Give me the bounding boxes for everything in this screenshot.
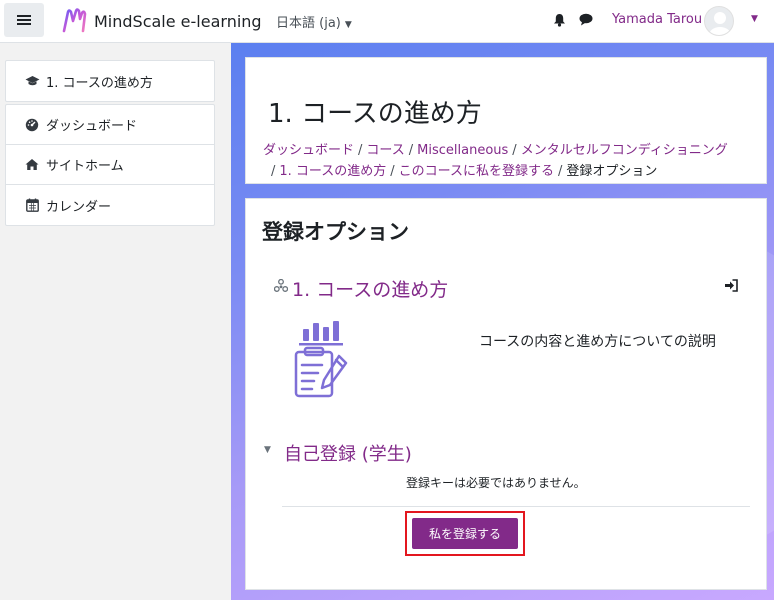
menu-icon	[17, 15, 31, 25]
enrol-me-button[interactable]: 私を登録する	[412, 518, 518, 549]
course-name-link[interactable]: 1. コースの進め方	[292, 275, 448, 302]
caret-down-icon: ▼	[344, 20, 352, 30]
nav-item-label: 1. コースの進め方	[46, 75, 153, 91]
nav-item-dashboard[interactable]: ダッシュボード	[6, 105, 214, 145]
breadcrumb-link[interactable]: Miscellaneous	[417, 143, 508, 158]
nav-item-site-home[interactable]: サイトホーム	[6, 145, 214, 185]
breadcrumb-separator: /	[558, 164, 563, 179]
main-region: 1. コースの進め方 ダッシュボード / コース / Miscellaneous / メンタ…	[231, 43, 774, 600]
language-label: 日本語 (ja)	[276, 16, 341, 31]
brand-name: MindScale e-learning	[94, 11, 262, 31]
course-description: コースの内容と進め方についての説明	[479, 334, 716, 350]
breadcrumb-link[interactable]: コース	[366, 143, 404, 158]
breadcrumb-link[interactable]: ダッシュボード	[263, 143, 354, 158]
drawer-toggle-button[interactable]	[4, 3, 44, 37]
breadcrumb-current: 登録オプション	[566, 164, 658, 179]
home-icon	[24, 158, 40, 171]
top-navbar: MindScale e-learning 日本語 (ja) ▼ Yamada Ta…	[0, 0, 774, 43]
enrol-method-heading[interactable]: 自己登録 (学生)	[284, 440, 412, 466]
breadcrumb-separator: /	[408, 143, 414, 158]
dashboard-icon	[24, 118, 40, 132]
course-image-icon	[286, 319, 356, 405]
highlight-box: 私を登録する	[405, 511, 525, 556]
calendar-icon	[24, 198, 40, 212]
breadcrumb-separator: /	[390, 164, 395, 179]
avatar[interactable]	[704, 6, 734, 36]
nav-item-course[interactable]: 1. コースの進め方	[6, 61, 214, 101]
notifications-button[interactable]	[553, 13, 566, 31]
enrol-key-note: 登録キーは必要ではありません。	[406, 476, 586, 490]
messages-button[interactable]	[579, 13, 593, 30]
breadcrumb-link[interactable]: 1. コースの進め方	[279, 164, 386, 179]
nav-item-label: サイトホーム	[46, 159, 124, 174]
bell-icon	[554, 14, 565, 27]
nav-item-label: ダッシュボード	[46, 119, 138, 134]
section-title: 登録オプション	[262, 220, 409, 244]
nav-drawer: 1. コースの進め方 ダッシュボード サイトホーム カレンダー	[0, 43, 231, 600]
enter-course-icon[interactable]	[724, 279, 738, 296]
divider	[282, 506, 750, 507]
graduation-cap-icon	[24, 75, 40, 87]
breadcrumb-link[interactable]: メンタルセルフコンディショニング	[521, 143, 728, 158]
main-nav-block: ダッシュボード サイトホーム カレンダー	[5, 104, 215, 226]
user-avatar-icon	[709, 12, 731, 35]
course-nav-block: 1. コースの進め方	[5, 60, 215, 102]
page-title: 1. コースの進め方	[268, 99, 482, 129]
course-category-icon	[273, 278, 289, 297]
page-header: 1. コースの進め方 ダッシュボード / コース / Miscellaneous / メンタ…	[245, 57, 767, 184]
breadcrumb-separator: /	[512, 143, 517, 158]
collapse-caret-icon[interactable]: ▼	[264, 445, 271, 455]
breadcrumb: ダッシュボード / コース / Miscellaneous / メンタルセルフコンディショニ…	[263, 140, 763, 182]
nav-item-calendar[interactable]: カレンダー	[6, 185, 214, 225]
language-menu[interactable]: 日本語 (ja) ▼	[276, 12, 352, 31]
breadcrumb-link[interactable]: このコースに私を登録する	[399, 164, 554, 179]
nav-item-label: カレンダー	[46, 199, 112, 215]
breadcrumb-separator: /	[271, 164, 276, 179]
user-menu-caret-icon[interactable]: ▼	[751, 14, 758, 24]
chat-icon	[579, 13, 593, 26]
site-brand[interactable]: MindScale e-learning	[60, 7, 262, 35]
enrol-options-card: 登録オプション 1. コースの進め方 コースの内容と進め方についての説明 ▼ 自…	[245, 198, 767, 590]
user-name[interactable]: Yamada Tarou	[612, 12, 702, 27]
logo-icon	[62, 8, 87, 33]
breadcrumb-separator: /	[358, 143, 363, 158]
